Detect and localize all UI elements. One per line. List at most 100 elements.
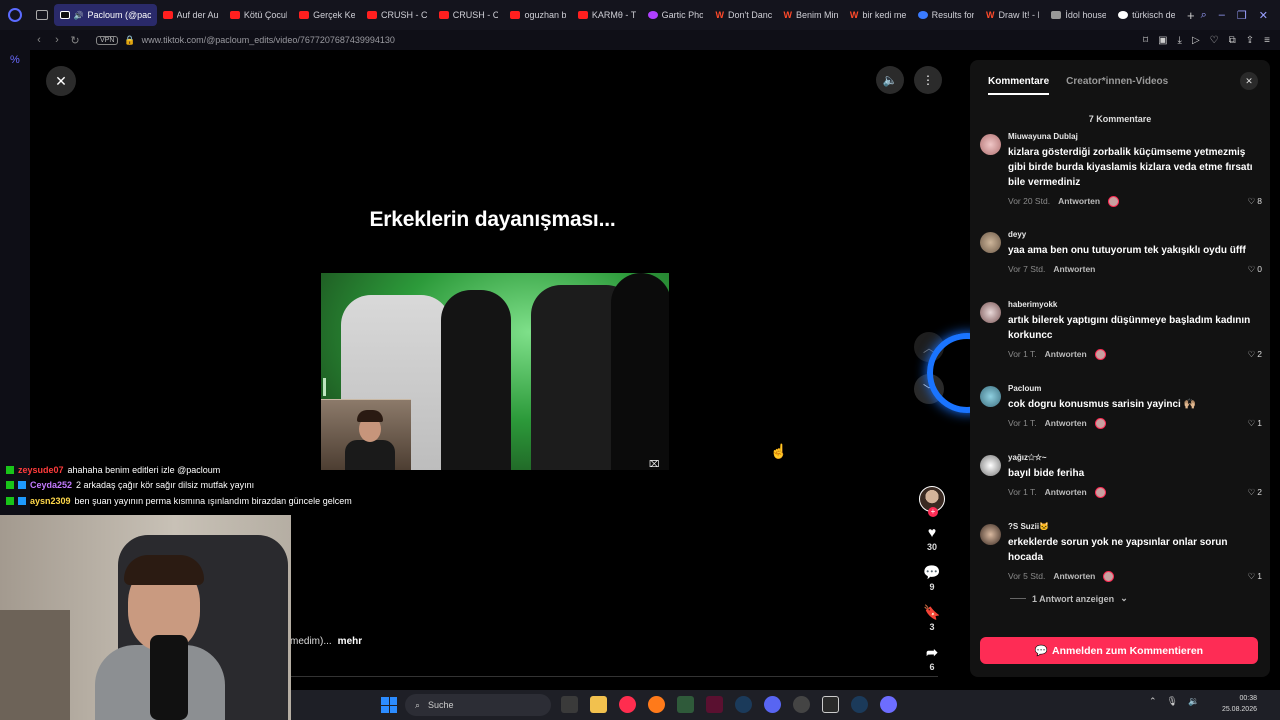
tab[interactable]: W Benim Min bbox=[778, 4, 844, 26]
close-window-icon[interactable]: ✕ bbox=[1259, 9, 1268, 22]
like-button[interactable]: ♡ 2 bbox=[1248, 349, 1262, 360]
comment-username[interactable]: ?S Suzii🐱 bbox=[1008, 522, 1262, 531]
tab[interactable]: Auf der Au bbox=[157, 4, 224, 26]
share-icon[interactable]: ⇪ bbox=[1246, 35, 1254, 46]
show-replies-button[interactable]: 1 Antwort anzeigen ⌄ bbox=[1010, 593, 1128, 604]
tab[interactable]: oguzhan b bbox=[504, 4, 571, 26]
avatar[interactable] bbox=[980, 386, 1001, 407]
steam-icon[interactable] bbox=[735, 696, 752, 713]
tab-comments[interactable]: Kommentare bbox=[988, 76, 1050, 95]
comment-button[interactable]: 💬 9 bbox=[923, 564, 940, 592]
windows-start-icon[interactable] bbox=[381, 697, 397, 713]
reply-button[interactable]: Antworten bbox=[1045, 349, 1087, 359]
video-player[interactable]: ⌧ bbox=[321, 273, 669, 470]
app-icon[interactable] bbox=[880, 696, 897, 713]
maximize-icon[interactable]: ❐ bbox=[1237, 9, 1247, 22]
sidebar-percent-icon[interactable]: % bbox=[10, 54, 20, 66]
app-icon[interactable] bbox=[706, 696, 723, 713]
avatar[interactable] bbox=[980, 302, 1001, 323]
like-button[interactable]: ♡ 0 bbox=[1248, 264, 1262, 275]
taskbar-search[interactable]: ⌕ Suche bbox=[405, 694, 551, 716]
task-view-icon[interactable] bbox=[561, 696, 578, 713]
app-icon[interactable] bbox=[677, 696, 694, 713]
opera-logo-icon[interactable] bbox=[0, 0, 30, 30]
app-icon[interactable] bbox=[793, 696, 810, 713]
tab[interactable]: türkisch de bbox=[1112, 4, 1181, 26]
like-button[interactable]: ♡ 8 bbox=[1248, 196, 1262, 207]
mic-tray-icon[interactable]: 🎙 bbox=[1167, 696, 1178, 707]
comment-username[interactable]: deyy bbox=[1008, 230, 1262, 239]
opera-icon[interactable] bbox=[619, 696, 636, 713]
comment-username[interactable]: haberimyokk bbox=[1008, 300, 1262, 309]
file-explorer-icon[interactable] bbox=[590, 696, 607, 713]
reply-button[interactable]: Antworten bbox=[1053, 571, 1095, 581]
tab[interactable]: KARMθ - T bbox=[572, 4, 642, 26]
reply-button[interactable]: Antworten bbox=[1053, 264, 1095, 274]
vpn-badge[interactable]: VPN bbox=[96, 35, 119, 45]
tab[interactable]: W Draw It! - I bbox=[980, 4, 1045, 26]
like-button[interactable]: ♥ 30 bbox=[927, 524, 937, 552]
system-clock[interactable]: 00:38 25.08.2026 bbox=[1207, 693, 1257, 715]
save-button[interactable]: 🔖 3 bbox=[923, 604, 940, 632]
tab-creator-videos[interactable]: Creator*innen-Videos bbox=[1066, 76, 1168, 95]
more-options-button[interactable]: ⋮ bbox=[914, 66, 942, 94]
tab[interactable]: W Don't Danc bbox=[709, 4, 777, 26]
lock-icon[interactable]: 🔒 bbox=[124, 35, 135, 46]
search-tabs-icon[interactable]: ⌕ bbox=[1201, 9, 1207, 22]
close-panel-button[interactable]: ✕ bbox=[1240, 72, 1258, 90]
tab[interactable]: CRUSH - C bbox=[433, 4, 505, 26]
forward-icon[interactable]: › bbox=[48, 34, 66, 46]
video-progress-bar[interactable] bbox=[290, 676, 938, 677]
like-button[interactable]: ♡ 1 bbox=[1248, 571, 1262, 582]
reply-button[interactable]: Antworten bbox=[1045, 418, 1087, 428]
snapshot-icon[interactable]: ▣ bbox=[1158, 35, 1167, 46]
bookmark-icon[interactable]: ⌑ bbox=[1143, 35, 1148, 46]
reply-button[interactable]: Antworten bbox=[1045, 487, 1087, 497]
sound-button[interactable]: 🔈 bbox=[876, 66, 904, 94]
tab[interactable]: Results for bbox=[912, 4, 980, 26]
close-video-button[interactable]: ✕ bbox=[46, 66, 76, 96]
more-link[interactable]: mehr bbox=[338, 636, 362, 647]
player-icon[interactable]: ▷ bbox=[1192, 35, 1200, 46]
extensions-icon[interactable]: ⧉ bbox=[1229, 35, 1236, 46]
minimize-icon[interactable]: – bbox=[1219, 9, 1225, 22]
tab[interactable]: Kötü Çocul bbox=[224, 4, 293, 26]
like-button[interactable]: ♡ 2 bbox=[1248, 487, 1262, 498]
avatar[interactable] bbox=[980, 134, 1001, 155]
avatar[interactable] bbox=[980, 455, 1001, 476]
back-icon[interactable]: ‹ bbox=[30, 34, 48, 46]
like-button[interactable]: ♡ 1 bbox=[1248, 418, 1262, 429]
new-tab-button[interactable]: + bbox=[1181, 8, 1201, 23]
reply-button[interactable]: Antworten bbox=[1058, 196, 1100, 206]
obs-icon[interactable] bbox=[822, 696, 839, 713]
avatar[interactable] bbox=[980, 232, 1001, 253]
tab-label: Gerçek Ke bbox=[313, 10, 355, 20]
tab[interactable]: CRUSH - C bbox=[361, 4, 433, 26]
share-button[interactable]: ➦ 6 bbox=[926, 644, 938, 672]
speaker-icon[interactable]: 🔊 bbox=[74, 11, 84, 20]
steam-icon[interactable] bbox=[851, 696, 868, 713]
tab[interactable]: Gerçek Ke bbox=[293, 4, 361, 26]
comment-item: haberimyokk artık bilerek yaptıgını düşü… bbox=[980, 300, 1262, 382]
heart-icon[interactable]: ♡ bbox=[1210, 35, 1219, 46]
volume-icon[interactable]: 🔉 bbox=[1188, 696, 1199, 707]
discord-icon[interactable] bbox=[764, 696, 781, 713]
download-icon[interactable]: ⤓ bbox=[1178, 35, 1182, 46]
tab[interactable]: Wbir kedi me bbox=[844, 4, 912, 26]
url-field[interactable]: www.tiktok.com/@pacloum_edits/video/7677… bbox=[142, 35, 395, 45]
menu-icon[interactable]: ≡ bbox=[1264, 35, 1270, 46]
tray-chevron-icon[interactable]: ⌃ bbox=[1149, 696, 1157, 707]
reload-icon[interactable]: ↻ bbox=[66, 34, 84, 47]
tab-manager-icon[interactable] bbox=[35, 10, 48, 20]
comment-username[interactable]: Pacloum bbox=[1008, 384, 1262, 393]
comment-username[interactable]: Miuwayuna Dublaj bbox=[1008, 132, 1262, 141]
avatar[interactable] bbox=[980, 524, 1001, 545]
firefox-icon[interactable] bbox=[648, 696, 665, 713]
tab-tiktok[interactable]: 🔊 Pacloum (@pac bbox=[53, 4, 157, 26]
login-to-comment-button[interactable]: 💬 Anmelden zum Kommentieren bbox=[980, 637, 1258, 664]
tab[interactable]: İdol house bbox=[1045, 4, 1112, 26]
creator-avatar[interactable]: + bbox=[919, 486, 945, 517]
follow-plus-icon[interactable]: + bbox=[928, 507, 938, 517]
tab[interactable]: Gartic Pho bbox=[642, 4, 710, 26]
comment-username[interactable]: yağız✩☆~ bbox=[1008, 453, 1262, 462]
